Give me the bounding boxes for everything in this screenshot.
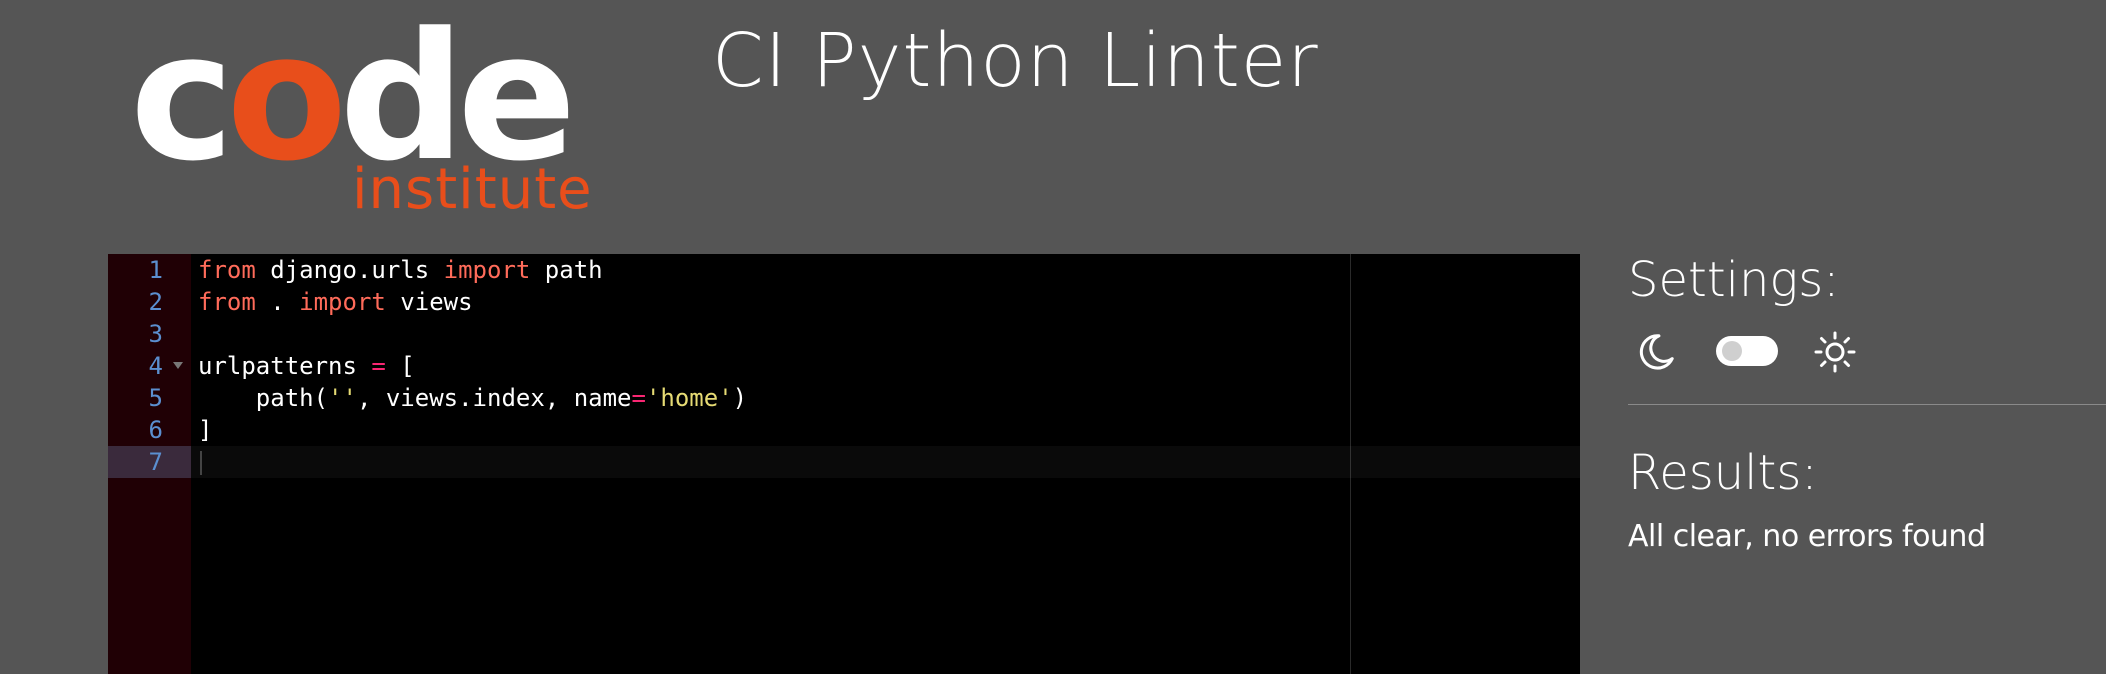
code-line[interactable]: 7 xyxy=(108,446,1580,478)
code-token: . xyxy=(255,288,300,316)
code-token: '' xyxy=(328,384,357,412)
text-cursor xyxy=(200,451,202,475)
fold-arrow-icon[interactable] xyxy=(173,362,183,369)
code-line[interactable]: 1 from django.urls import path xyxy=(108,254,1580,286)
toggle-knob xyxy=(1722,341,1742,361)
code-token: [ xyxy=(385,352,415,380)
logo-letter-c: c xyxy=(130,0,234,200)
code-token: from xyxy=(198,256,256,284)
moon-icon xyxy=(1639,334,1674,370)
code-token: import xyxy=(299,288,386,316)
theme-settings xyxy=(1628,324,2106,384)
code-token: 'home' xyxy=(645,384,733,412)
line-number: 1 xyxy=(148,256,163,284)
code-token: = xyxy=(631,384,646,412)
line-code: path('', views.index, name='home') xyxy=(198,382,747,414)
settings-heading: Settings: xyxy=(1628,252,1840,308)
code-token: = xyxy=(371,352,386,380)
code-line[interactable]: 5 path('', views.index, name='home') xyxy=(108,382,1580,414)
sun-icon xyxy=(1814,331,1856,373)
code-token: from xyxy=(198,288,256,316)
code-line[interactable]: 3 xyxy=(108,318,1580,350)
results-message: All clear, no errors found xyxy=(1628,519,1986,554)
theme-toggle[interactable] xyxy=(1716,336,1778,366)
code-line[interactable]: 6] xyxy=(108,414,1580,446)
code-institute-logo: code institute xyxy=(130,10,593,222)
line-code: ] xyxy=(198,414,212,446)
code-editor[interactable]: 1 from django.urls import path 2 from . imp… xyxy=(108,254,1580,674)
code-lines[interactable]: 1 from django.urls import path 2 from . imp… xyxy=(108,254,1580,478)
logo-subtitle: institute xyxy=(352,157,593,222)
results-heading: Results: xyxy=(1628,445,1818,501)
code-token: ] xyxy=(198,416,213,444)
code-token: ) xyxy=(732,384,748,412)
linter-page: code institute CI Python Linter 1 from dj… xyxy=(0,0,2106,674)
line-number: 3 xyxy=(148,320,163,348)
code-token: django.urls xyxy=(255,256,444,284)
code-line[interactable]: 4 urlpatterns = [ xyxy=(108,350,1580,382)
code-line[interactable]: 2 from . import views xyxy=(108,286,1580,318)
side-panel: Settings: Results: All clear, no errors … xyxy=(1628,250,2106,557)
line-number: 2 xyxy=(148,288,163,316)
line-number: 6 xyxy=(148,416,163,444)
code-token: import xyxy=(443,256,531,284)
section-divider xyxy=(1628,404,2106,405)
line-number: 5 xyxy=(148,384,163,412)
code-token: views xyxy=(385,288,473,316)
line-code: from . import views xyxy=(198,286,473,318)
code-token: , views.index, name xyxy=(356,384,632,412)
line-number: 7 xyxy=(108,446,191,478)
code-token: path( xyxy=(198,384,329,412)
logo-letter-o: o xyxy=(226,0,347,200)
line-code: from django.urls import path xyxy=(198,254,603,286)
code-token: path xyxy=(530,256,603,284)
code-token: urlpatterns xyxy=(198,352,372,380)
page-title: CI Python Linter xyxy=(712,18,1319,104)
line-code: urlpatterns = [ xyxy=(198,350,415,382)
